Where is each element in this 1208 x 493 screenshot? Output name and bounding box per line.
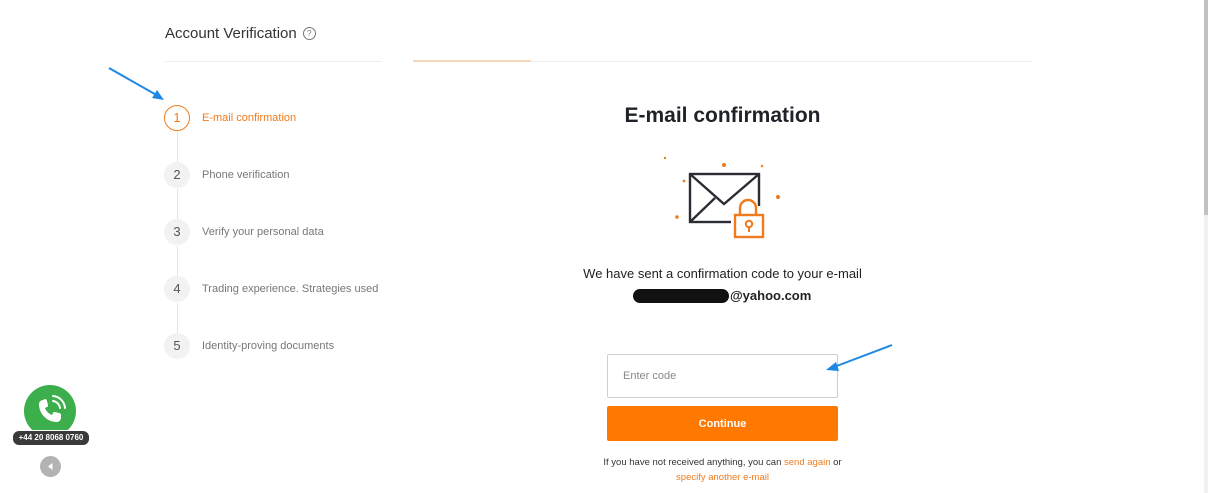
header-divider-left [165,61,382,62]
help-icon[interactable]: ? [302,27,316,40]
recipient-email: @yahoo.com [633,288,811,303]
step-phone-verification[interactable]: 2 Phone verification [164,162,424,188]
chevron-left-icon [48,463,53,470]
step-personal-data[interactable]: 3 Verify your personal data [164,219,424,245]
envelope-lock-icon [663,156,780,239]
step-email-confirmation[interactable]: 1 E-mail confirmation [164,105,424,131]
step-trading-experience[interactable]: 4 Trading experience. Strategies used [164,276,424,302]
annotation-arrow-icon [826,344,893,371]
progress-indicator [413,60,531,62]
redacted-email-user [633,288,729,303]
specify-another-email-link[interactable]: specify another e-mail [676,472,769,483]
step-identity-documents[interactable]: 5 Identity-proving documents [164,333,424,359]
annotation-arrow-icon [108,67,164,100]
step-number: 2 [164,162,190,188]
step-number: 1 [164,105,190,131]
continue-button[interactable]: Continue [607,406,838,441]
code-input[interactable] [607,354,838,398]
email-domain: @yahoo.com [730,288,812,303]
step-connector [177,246,178,276]
step-label: Phone verification [202,169,290,181]
page-title-text: Account Verification [165,25,297,42]
send-again-link[interactable]: send again [784,457,830,468]
resend-help-prefix: If you have not received anything, you c… [603,457,782,468]
step-number: 4 [164,276,190,302]
step-connector [177,303,178,333]
step-number: 3 [164,219,190,245]
scrollbar-thumb[interactable] [1204,0,1208,215]
confirmation-sent-text: We have sent a confirmation code to your… [583,266,862,281]
step-number: 5 [164,333,190,359]
phone-number-badge[interactable]: +44 20 8068 0760 [12,430,90,446]
step-label: Verify your personal data [202,226,324,238]
step-label: Trading experience. Strategies used [202,283,379,295]
scrollbar-track[interactable] [1204,0,1208,493]
step-connector [177,132,178,162]
resend-help-text: If you have not received anything, you c… [560,455,885,485]
page-title: Account Verification ? [165,25,316,42]
step-connector [177,189,178,219]
step-label: E-mail confirmation [202,112,297,124]
main-title: E-mail confirmation [624,104,821,127]
resend-help-or: or [833,457,842,468]
step-label: Identity-proving documents [202,340,335,352]
collapse-widget-button[interactable] [40,456,61,477]
